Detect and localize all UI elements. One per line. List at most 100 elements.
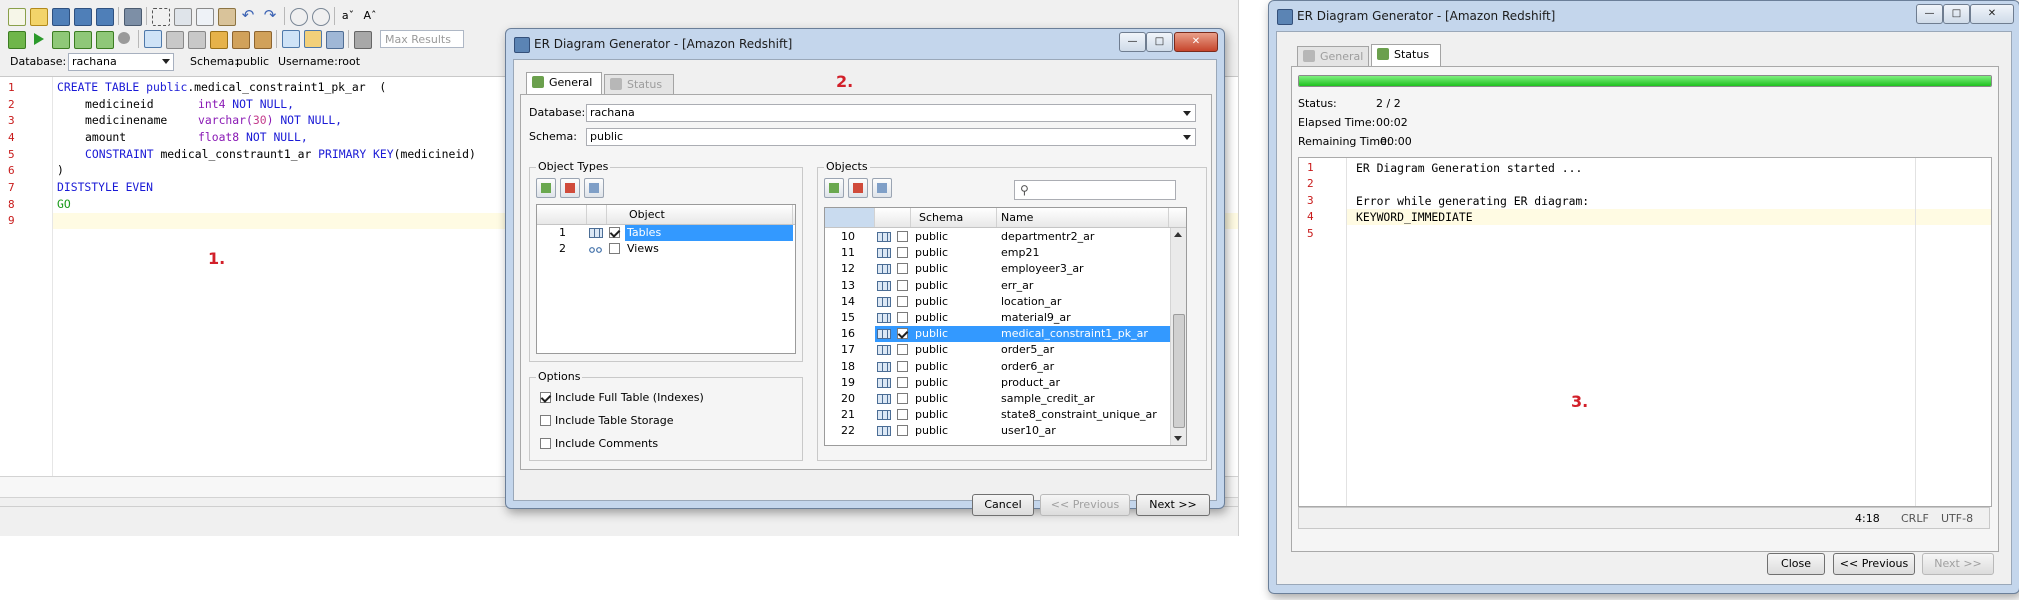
explain-icon[interactable] <box>210 31 228 49</box>
object-checkbox[interactable] <box>897 295 908 307</box>
replace-icon[interactable] <box>312 8 330 26</box>
database-dropdown[interactable]: rachana <box>586 104 1196 122</box>
tab-status[interactable]: Status <box>1371 44 1441 66</box>
invert-selection-button[interactable] <box>584 178 604 198</box>
text-results-icon[interactable] <box>304 30 322 48</box>
include-full-table-option[interactable]: Include Full Table (Indexes) <box>540 390 704 405</box>
include-comments-option[interactable]: Include Comments <box>540 436 658 451</box>
table-row[interactable]: 13 public err_ar <box>825 278 1186 294</box>
table-row[interactable]: 17 public order5_ar <box>825 342 1186 358</box>
uppercase-icon[interactable]: Aˆ <box>362 8 378 24</box>
execute-batch-icon[interactable] <box>96 31 114 49</box>
tab-general[interactable]: General <box>526 72 602 94</box>
include-full-table-checkbox[interactable] <box>540 392 551 403</box>
object-checkbox[interactable] <box>897 376 908 388</box>
views-checkbox[interactable] <box>609 243 620 254</box>
object-search-input[interactable]: ⚲ <box>1014 180 1176 200</box>
previous-button[interactable]: << Previous <box>1040 494 1130 516</box>
tab-status[interactable]: Status <box>604 74 674 94</box>
next-button[interactable]: Next >> <box>1136 494 1210 516</box>
save-as-icon[interactable] <box>74 8 92 26</box>
save-all-icon[interactable] <box>96 8 114 26</box>
invert-selection-button[interactable] <box>872 178 892 198</box>
table-row[interactable]: 16 public medical_constraint1_pk_ar <box>825 326 1186 343</box>
select-all-button[interactable] <box>536 178 556 198</box>
object-checkbox[interactable] <box>897 263 908 275</box>
open-folder-icon[interactable] <box>30 8 48 26</box>
scroll-down-icon[interactable] <box>1174 436 1182 441</box>
include-table-storage-option[interactable]: Include Table Storage <box>540 413 674 428</box>
options-icon[interactable] <box>354 31 372 49</box>
maximize-button[interactable]: □ <box>1146 32 1173 52</box>
stop-icon[interactable] <box>118 32 130 44</box>
undo-icon[interactable]: ↶ <box>240 8 256 24</box>
object-types-grid[interactable]: Object 1 Tables 2 Views <box>536 204 796 354</box>
table-row[interactable]: 19 public product_ar <box>825 375 1186 391</box>
execute-step-icon[interactable] <box>74 31 92 49</box>
select-icon[interactable] <box>152 8 170 26</box>
schema-dropdown[interactable]: public <box>586 128 1196 146</box>
table-row[interactable]: 12 public employeer3_ar <box>825 261 1186 277</box>
history-icon[interactable] <box>254 31 272 49</box>
object-checkbox[interactable] <box>897 279 908 291</box>
previous-button[interactable]: << Previous <box>1833 553 1915 575</box>
object-checkbox[interactable] <box>897 231 908 242</box>
lowercase-icon[interactable]: aˇ <box>340 8 356 24</box>
table-row[interactable]: 14 public location_ar <box>825 294 1186 310</box>
object-checkbox[interactable] <box>897 344 908 356</box>
comment-icon[interactable] <box>166 31 184 49</box>
minimize-button[interactable]: — <box>1916 4 1943 24</box>
objects-grid[interactable]: Schema Name 10 public departmentr2_ar 11 pub… <box>824 207 1187 446</box>
minimize-button[interactable]: — <box>1119 32 1146 52</box>
max-results-input[interactable]: Max Results <box>380 30 464 48</box>
execute-icon[interactable] <box>30 31 46 47</box>
cut-icon[interactable] <box>174 8 192 26</box>
object-checkbox[interactable] <box>897 360 908 372</box>
tables-checkbox[interactable] <box>609 227 620 238</box>
table-row[interactable]: 15 public material9_ar <box>825 310 1186 326</box>
table-row[interactable]: 2 Views <box>537 241 795 257</box>
database-select[interactable]: rachana <box>68 53 174 71</box>
table-row[interactable]: 18 public order6_ar <box>825 359 1186 375</box>
object-checkbox[interactable] <box>897 328 908 340</box>
execute-current-icon[interactable] <box>52 31 70 49</box>
grid-results-icon[interactable] <box>282 30 300 48</box>
table-row[interactable]: 22 public user10_ar <box>825 423 1186 439</box>
save-icon[interactable] <box>52 8 70 26</box>
object-checkbox[interactable] <box>897 247 908 259</box>
table-row[interactable]: 10 public departmentr2_ar <box>825 229 1186 245</box>
include-comments-checkbox[interactable] <box>540 438 551 449</box>
table-row[interactable]: 1 Tables <box>537 225 795 241</box>
results-to-file-icon[interactable] <box>326 31 344 49</box>
include-table-storage-checkbox[interactable] <box>540 415 551 426</box>
cancel-button[interactable]: Cancel <box>972 494 1034 516</box>
deselect-all-button[interactable] <box>560 178 580 198</box>
close-button[interactable]: Close <box>1767 553 1825 575</box>
new-file-icon[interactable] <box>8 8 26 26</box>
table-row[interactable]: 20 public sample_credit_ar <box>825 391 1186 407</box>
object-checkbox[interactable] <box>897 312 908 323</box>
next-button[interactable]: Next >> <box>1922 553 1994 575</box>
table-row[interactable]: 21 public state8_constraint_unique_ar <box>825 407 1186 423</box>
redo-icon[interactable]: ↷ <box>262 8 278 24</box>
dialog-titlebar[interactable]: ER Diagram Generator - [Amazon Redshift]… <box>1269 1 2019 31</box>
execute-all-icon[interactable] <box>8 31 26 49</box>
select-all-button[interactable] <box>824 178 844 198</box>
tools-icon[interactable] <box>232 31 250 49</box>
scroll-thumb[interactable] <box>1173 314 1185 428</box>
scroll-up-icon[interactable] <box>1174 232 1182 237</box>
uncomment-icon[interactable] <box>188 31 206 49</box>
table-row[interactable]: 11 public emp21 <box>825 245 1186 261</box>
deselect-all-button[interactable] <box>848 178 868 198</box>
object-checkbox[interactable] <box>897 425 908 437</box>
close-button[interactable]: ✕ <box>1970 4 2014 24</box>
copy-icon[interactable] <box>196 8 214 26</box>
log-output[interactable]: 1 2 3 4 5 ER Diagram Generation started … <box>1298 157 1992 507</box>
dialog-titlebar[interactable]: ER Diagram Generator - [Amazon Redshift]… <box>506 29 1224 59</box>
find-icon[interactable] <box>290 8 308 26</box>
vertical-scrollbar[interactable] <box>1170 228 1186 445</box>
tab-general[interactable]: General <box>1297 46 1369 66</box>
format-sql-icon[interactable] <box>144 30 162 48</box>
paste-icon[interactable] <box>218 8 236 26</box>
object-checkbox[interactable] <box>897 393 908 404</box>
